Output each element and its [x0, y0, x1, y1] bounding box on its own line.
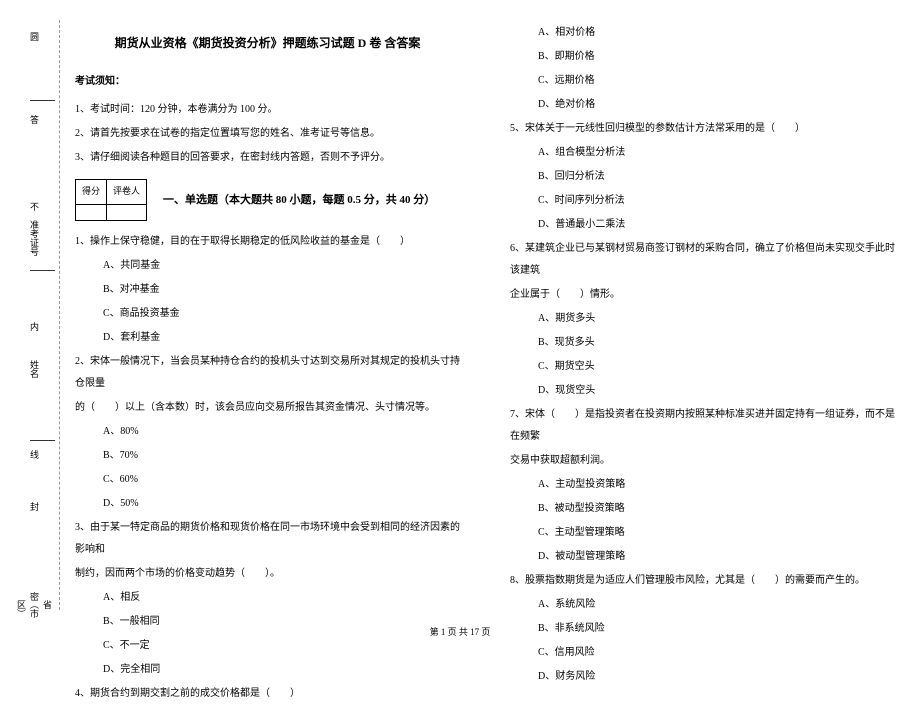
content-area: 期货从业资格《期货投资分析》押题练习试题 D 卷 含答案 考试须知： 1、考试时…	[60, 20, 910, 610]
score-cell: 评卷人	[107, 180, 147, 205]
paper-title: 期货从业资格《期货投资分析》押题练习试题 D 卷 含答案	[75, 30, 460, 56]
option: A、相反	[75, 587, 460, 609]
column-left: 期货从业资格《期货投资分析》押题练习试题 D 卷 含答案 考试须知： 1、考试时…	[60, 20, 475, 610]
margin-cut: 密	[30, 590, 39, 603]
score-cell-empty	[107, 205, 147, 221]
margin-underline	[30, 100, 55, 101]
option: D、现货空头	[510, 380, 895, 402]
margin-cut: 封	[30, 500, 39, 513]
option: C、不一定	[75, 635, 460, 657]
option: D、50%	[75, 493, 460, 515]
question-stem: 3、由于某一特定商品的期货价格和现货价格在同一市场环境中会受到相同的经济因素的影…	[75, 517, 460, 561]
question-stem: 1、操作上保守稳健，目的在于取得长期稳定的低风险收益的基金是（ ）	[75, 231, 460, 253]
option: B、回归分析法	[510, 166, 895, 188]
question-stem: 制约，因而两个市场的价格变动趋势（ ）。	[75, 563, 460, 585]
option: C、信用风险	[510, 642, 895, 664]
option: A、期货多头	[510, 308, 895, 330]
notice-item: 3、请仔细阅读各种题目的回答要求，在密封线内答题，否则不予评分。	[75, 147, 460, 169]
option: B、对冲基金	[75, 279, 460, 301]
option: D、套利基金	[75, 327, 460, 349]
question-stem: 8、股票指数期货是为适应人们管理股市风险，尤其是（ ）的需要而产生的。	[510, 570, 895, 592]
notice-item: 1、考试时间：120 分钟，本卷满分为 100 分。	[75, 99, 460, 121]
margin-text: 答	[28, 115, 41, 124]
column-right: A、相对价格 B、即期价格 C、远期价格 D、绝对价格 5、宋体关于一元线性回归…	[495, 20, 910, 610]
score-row: 得分 评卷人 一、单选题（本大题共 80 小题，每题 0.5 分，共 40 分）	[75, 179, 460, 221]
page-container: 圆 答 准考证号 不 姓名 内 线 封 省（市区） 密 期货从业资格《期货投资分…	[0, 0, 920, 620]
notice-heading: 考试须知：	[75, 71, 460, 93]
score-cell-empty	[76, 205, 107, 221]
option: D、普通最小二乘法	[510, 214, 895, 236]
option: A、共同基金	[75, 255, 460, 277]
margin-underline	[30, 270, 55, 271]
question-stem: 6、某建筑企业已与某钢材贸易商签订钢材的采购合同，确立了价格但尚未实现交手此时该…	[510, 238, 895, 282]
option: B、一般相同	[75, 611, 460, 633]
binding-margin: 圆 答 准考证号 不 姓名 内 线 封 省（市区） 密	[10, 20, 60, 610]
option: A、组合模型分析法	[510, 142, 895, 164]
margin-cut: 不	[30, 200, 39, 213]
option: B、非系统风险	[510, 618, 895, 640]
section-heading: 一、单选题（本大题共 80 小题，每题 0.5 分，共 40 分）	[163, 188, 435, 212]
option: D、完全相同	[75, 659, 460, 681]
margin-text: 准考证号	[28, 220, 41, 256]
margin-underline	[30, 440, 55, 441]
option: C、商品投资基金	[75, 303, 460, 325]
option: A、相对价格	[510, 22, 895, 44]
margin-cut: 内	[30, 320, 39, 333]
option: A、80%	[75, 421, 460, 443]
option: D、绝对价格	[510, 94, 895, 116]
notice-item: 2、请首先按要求在试卷的指定位置填写您的姓名、准考证号等信息。	[75, 123, 460, 145]
question-stem: 企业属于（ ）情形。	[510, 284, 895, 306]
question-stem: 的（ ）以上（含本数）时，该会员应向交易所报告其资金情况、头寸情况等。	[75, 397, 460, 419]
option: C、期货空头	[510, 356, 895, 378]
option: C、时间序列分析法	[510, 190, 895, 212]
score-table: 得分 评卷人	[75, 179, 147, 221]
option: B、被动型投资策略	[510, 498, 895, 520]
option: B、现货多头	[510, 332, 895, 354]
option: C、远期价格	[510, 70, 895, 92]
question-stem: 5、宋体关于一元线性回归模型的参数估计方法常采用的是（ ）	[510, 118, 895, 140]
score-cell: 得分	[76, 180, 107, 205]
margin-text: 姓名	[28, 360, 41, 378]
option: C、60%	[75, 469, 460, 491]
option: C、主动型管理策略	[510, 522, 895, 544]
option: A、主动型投资策略	[510, 474, 895, 496]
option: B、70%	[75, 445, 460, 467]
question-stem: 4、期货合约到期交割之前的成交价格都是（ ）	[75, 683, 460, 705]
question-stem: 7、宋体（ ）是指投资者在投资期内按照某种标准买进并固定持有一组证券，而不是在频…	[510, 404, 895, 448]
option: B、即期价格	[510, 46, 895, 68]
question-stem: 交易中获取超额利润。	[510, 450, 895, 472]
option: D、财务风险	[510, 666, 895, 688]
option: A、系统风险	[510, 594, 895, 616]
margin-text: 圆	[28, 32, 41, 41]
question-stem: 2、宋体一般情况下，当会员某种持仓合约的投机头寸达到交易所对其规定的投机头寸持仓…	[75, 351, 460, 395]
option: D、被动型管理策略	[510, 546, 895, 568]
margin-text: 线	[28, 450, 41, 459]
